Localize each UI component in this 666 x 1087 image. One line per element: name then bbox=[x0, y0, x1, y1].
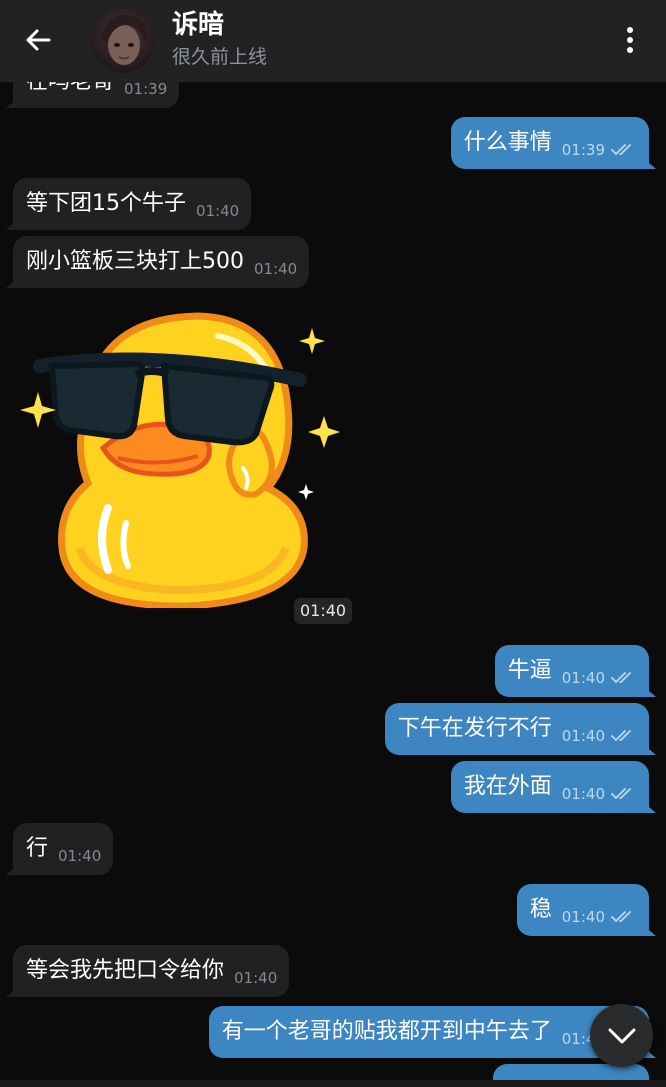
avatar-image bbox=[101, 14, 148, 65]
bottom-edge bbox=[0, 1080, 666, 1087]
chat-header: 诉暗 很久前上线 bbox=[0, 0, 666, 82]
message-text: 等会我先把口令给你 bbox=[26, 958, 225, 983]
message-time: 01:40 bbox=[58, 847, 102, 865]
read-checkmarks-icon bbox=[611, 729, 637, 743]
message-text: 有一个老哥的贴我都开到中午去了 bbox=[221, 1019, 552, 1044]
message-time: 01:40 bbox=[196, 202, 240, 220]
message-text: 下午在发行不行 bbox=[397, 716, 552, 741]
duck-sunglasses-sticker[interactable] bbox=[18, 308, 348, 610]
message-time: 01:39 bbox=[561, 141, 605, 159]
back-button[interactable] bbox=[18, 20, 58, 60]
message-text: 稳 bbox=[529, 897, 552, 922]
more-vertical-icon bbox=[627, 27, 633, 53]
message-text: 行 bbox=[26, 836, 49, 861]
chevron-down-icon bbox=[608, 1028, 635, 1043]
message-time: 01:40 bbox=[561, 785, 605, 803]
message-outgoing[interactable]: 稳 01:40 bbox=[516, 884, 649, 936]
message-incoming[interactable]: 行 01:40 bbox=[13, 823, 114, 875]
read-checkmarks-icon bbox=[611, 910, 637, 924]
message-outgoing[interactable]: 什么事情 01:39 bbox=[450, 117, 649, 169]
avatar[interactable] bbox=[91, 9, 155, 73]
message-time: 01:40 bbox=[561, 908, 605, 926]
read-checkmarks-icon bbox=[611, 787, 637, 801]
message-outgoing[interactable]: 我在外面 01:40 bbox=[450, 761, 649, 813]
message-outgoing[interactable]: 有一个老哥的贴我都开到中午去了 01:40 bbox=[208, 1006, 649, 1058]
message-time: 01:40 bbox=[234, 969, 278, 987]
message-incoming[interactable]: 等下团15个牛子 01:40 bbox=[13, 178, 252, 230]
message-text: 什么事情 bbox=[463, 130, 552, 155]
more-menu-button[interactable] bbox=[610, 20, 650, 60]
arrow-left-icon bbox=[26, 29, 51, 51]
message-incoming[interactable]: 等会我先把口令给你 01:40 bbox=[13, 945, 290, 997]
message-time: 01:40 bbox=[561, 727, 605, 745]
message-text: 牛逼 bbox=[507, 658, 552, 683]
contact-name[interactable]: 诉暗 bbox=[172, 9, 224, 41]
message-text: 刚小篮板三块打上500 bbox=[26, 249, 244, 274]
sticker-time: 01:40 bbox=[294, 598, 353, 624]
read-checkmarks-icon bbox=[611, 143, 637, 157]
message-time: 01:39 bbox=[124, 80, 168, 98]
message-time: 01:40 bbox=[561, 669, 605, 687]
sticker-image bbox=[20, 312, 340, 610]
message-time: 01:40 bbox=[254, 260, 298, 278]
message-outgoing[interactable]: 下午在发行不行 01:40 bbox=[384, 703, 649, 755]
message-text: 我在外面 bbox=[463, 774, 552, 799]
message-outgoing[interactable]: 牛逼 01:40 bbox=[494, 645, 649, 697]
scroll-to-bottom-button[interactable] bbox=[590, 1004, 653, 1067]
message-text: 等下团15个牛子 bbox=[26, 191, 186, 216]
message-incoming[interactable]: 刚小篮板三块打上500 01:40 bbox=[13, 236, 310, 288]
read-checkmarks-icon bbox=[611, 671, 637, 685]
last-seen-status: 很久前上线 bbox=[172, 46, 268, 68]
